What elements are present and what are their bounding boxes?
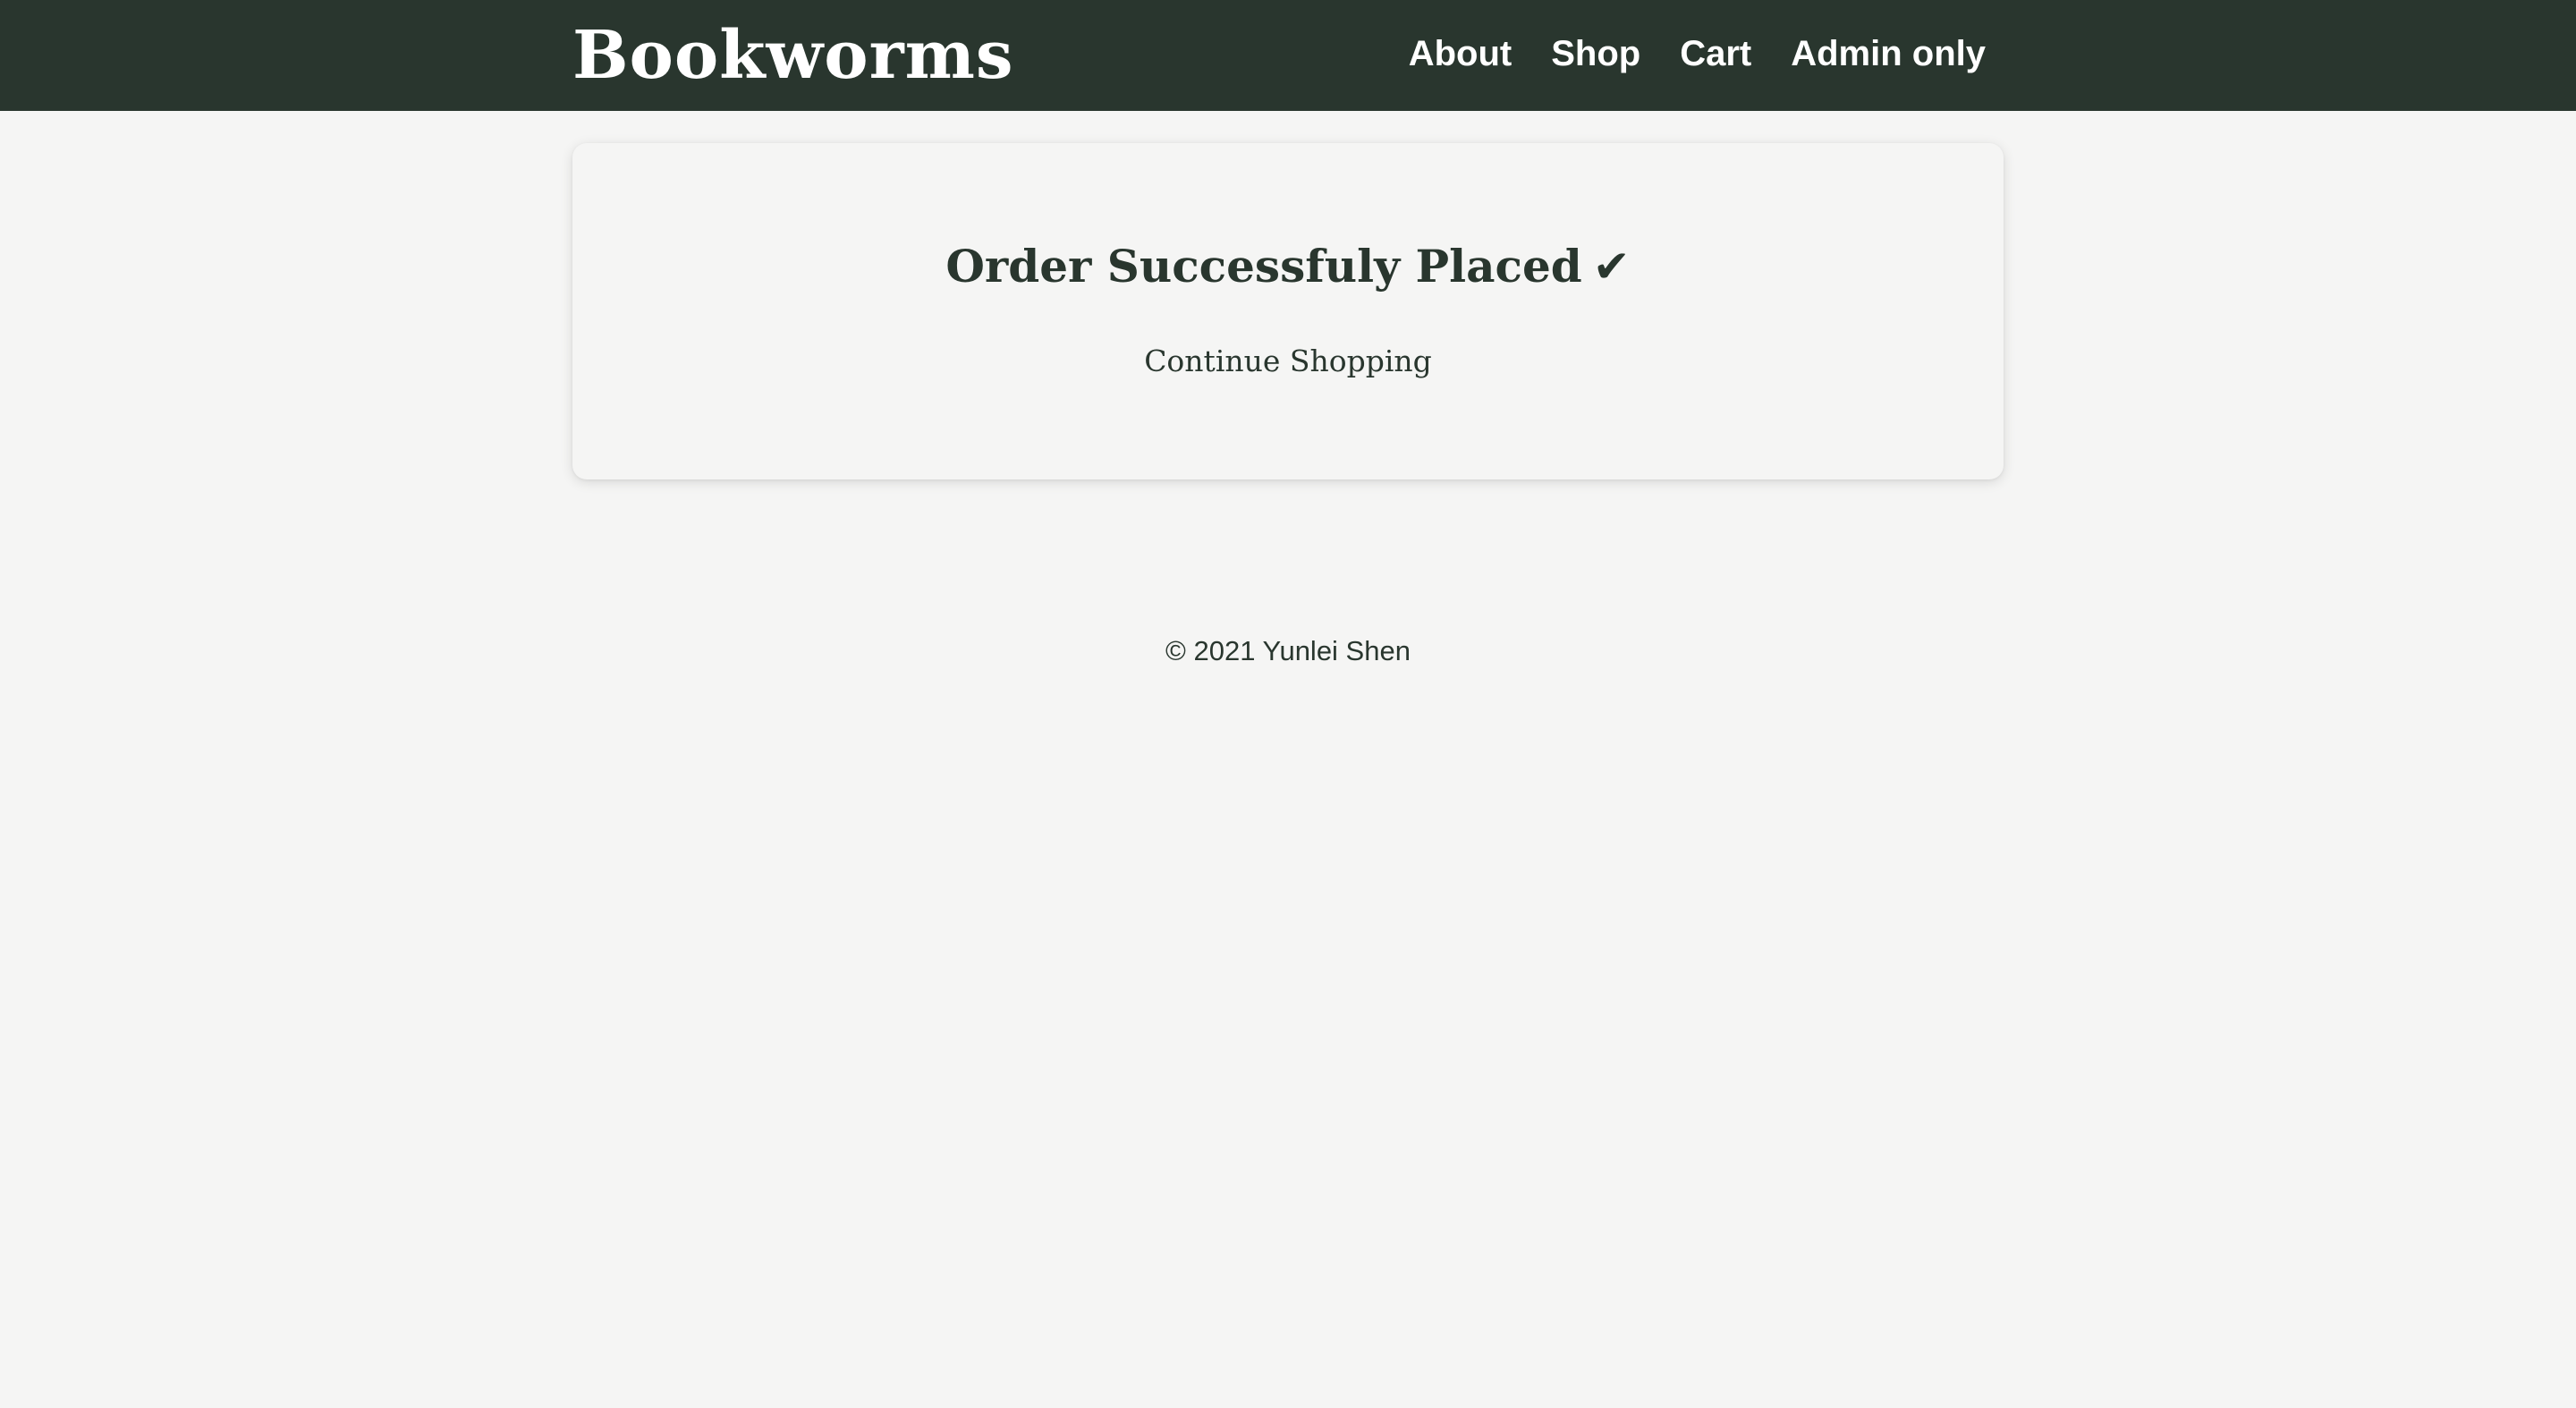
main-nav: About Shop Cart Admin only — [1409, 25, 1986, 82]
order-confirmation-card: Order Successfuly Placed ✔ Continue Shopp… — [572, 143, 2004, 479]
page-footer: © 2021 Yunlei Shen — [0, 635, 2576, 667]
copyright-text: © 2021 Yunlei Shen — [1165, 635, 1411, 666]
nav-link-cart[interactable]: Cart — [1680, 34, 1751, 74]
order-success-text: Order Successfuly Placed — [945, 240, 1582, 293]
continue-shopping-link[interactable]: Continue Shopping — [572, 344, 2004, 378]
nav-link-about[interactable]: About — [1409, 34, 1513, 74]
top-navbar: Bookworms About Shop Cart Admin only — [0, 0, 2576, 111]
order-success-heading: Order Successfuly Placed ✔ — [572, 240, 2004, 293]
brand-logo-link[interactable]: Bookworms — [572, 7, 1014, 104]
nav-link-admin[interactable]: Admin only — [1791, 34, 1986, 74]
nav-link-shop[interactable]: Shop — [1551, 34, 1640, 74]
checkmark-icon: ✔ — [1592, 241, 1631, 293]
